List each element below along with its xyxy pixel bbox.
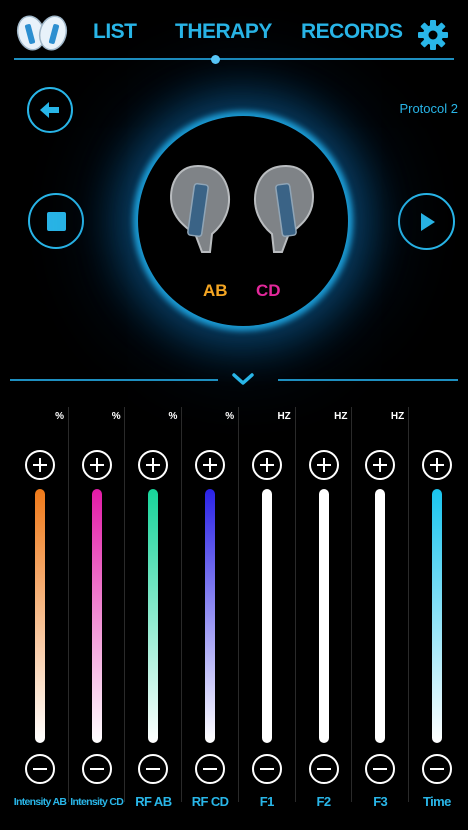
channel-intensity-cd: % Intensity CD [69, 397, 125, 822]
decrease-button[interactable] [138, 754, 169, 784]
channel-label: Time [423, 794, 451, 809]
channel-f2: HZ F2 [296, 397, 352, 822]
increase-button[interactable] [81, 450, 112, 480]
unit-label: HZ [334, 411, 348, 422]
slider-track[interactable] [91, 489, 102, 743]
back-button[interactable] [27, 87, 73, 133]
tab-records[interactable]: RECORDS [301, 20, 403, 44]
play-icon [420, 212, 435, 231]
electrode-device-display [138, 116, 348, 326]
gear-icon[interactable] [417, 19, 449, 51]
increase-button[interactable] [138, 450, 169, 480]
increase-button[interactable] [421, 450, 452, 480]
active-tab-indicator [211, 55, 220, 64]
decrease-button[interactable] [308, 754, 339, 784]
electrode-pads-icon [170, 164, 314, 253]
channel-f3: HZ F3 [352, 397, 408, 822]
tab-therapy[interactable]: THERAPY [175, 20, 272, 44]
increase-button[interactable] [25, 450, 55, 480]
unit-label: % [225, 411, 235, 422]
divider-right [278, 379, 458, 381]
slider-track[interactable] [261, 489, 272, 743]
electrode-logo-icon[interactable] [16, 12, 68, 54]
increase-button[interactable] [308, 450, 339, 480]
decrease-button[interactable] [365, 754, 396, 784]
increase-button[interactable] [251, 450, 282, 480]
slider-track[interactable] [375, 489, 386, 743]
divider-left [10, 379, 218, 381]
channel-f1: HZ F1 [239, 397, 295, 822]
slider-track[interactable] [35, 489, 45, 743]
arrow-left-icon [40, 102, 59, 118]
stop-button[interactable] [28, 193, 84, 249]
unit-label: HZ [277, 411, 291, 422]
channel-ab-label: AB [203, 281, 228, 300]
decrease-button[interactable] [195, 754, 226, 784]
decrease-button[interactable] [81, 754, 112, 784]
channel-rf-cd: % RF CD [182, 397, 238, 822]
nav-underline [14, 58, 454, 60]
tab-list[interactable]: LIST [93, 20, 137, 44]
increase-button[interactable] [195, 450, 226, 480]
top-navigation: LIST THERAPY RECORDS [0, 0, 468, 66]
protocol-label: Protocol 2 [399, 101, 458, 116]
channel-rf-ab: % RF AB [125, 397, 181, 822]
slider-track[interactable] [148, 489, 159, 743]
chevron-down-icon[interactable] [231, 372, 255, 386]
decrease-button[interactable] [421, 754, 452, 784]
decrease-button[interactable] [25, 754, 55, 784]
channel-intensity-ab: % Intensity AB [12, 397, 68, 822]
unit-label: % [168, 411, 178, 422]
decrease-button[interactable] [251, 754, 282, 784]
increase-button[interactable] [365, 450, 396, 480]
slider-track[interactable] [205, 489, 216, 743]
channel-cd-label: CD [256, 281, 281, 300]
unit-label: % [111, 411, 121, 422]
slider-track[interactable] [431, 489, 442, 743]
unit-label: % [55, 411, 64, 422]
play-button[interactable] [398, 193, 455, 250]
unit-label: HZ [390, 411, 405, 422]
channel-time: Time [409, 397, 465, 822]
slider-track[interactable] [318, 489, 329, 743]
stop-icon [46, 211, 66, 231]
channel-sliders: % Intensity AB % Intensity CD % RF AB % … [12, 397, 464, 822]
